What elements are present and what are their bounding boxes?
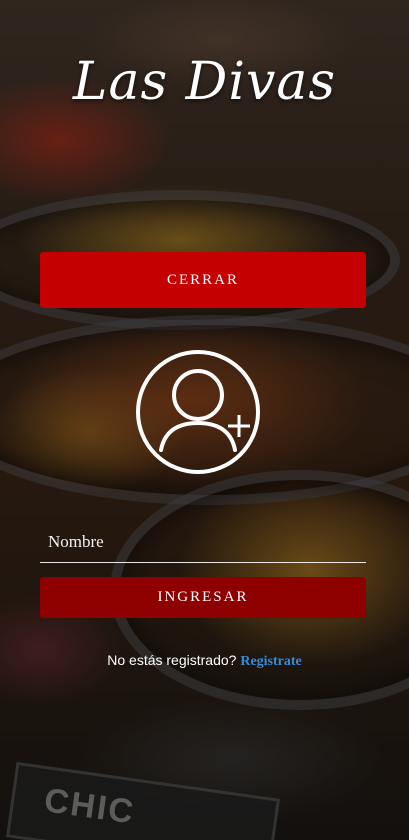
name-field[interactable] <box>40 514 366 563</box>
register-prompt-text: No estás registrado? <box>107 652 237 668</box>
close-button[interactable]: CERRAR <box>40 252 366 308</box>
name-input[interactable] <box>40 514 366 562</box>
register-prompt: No estás registrado? Registrate <box>0 652 409 670</box>
user-plus-icon <box>135 349 261 475</box>
login-button[interactable]: INGRESAR <box>40 577 366 618</box>
login-screen: CHIC Las Divas CERRAR INGRESAR No estás … <box>0 0 409 840</box>
register-link[interactable]: Registrate <box>240 654 301 669</box>
app-title: Las Divas <box>72 52 337 112</box>
